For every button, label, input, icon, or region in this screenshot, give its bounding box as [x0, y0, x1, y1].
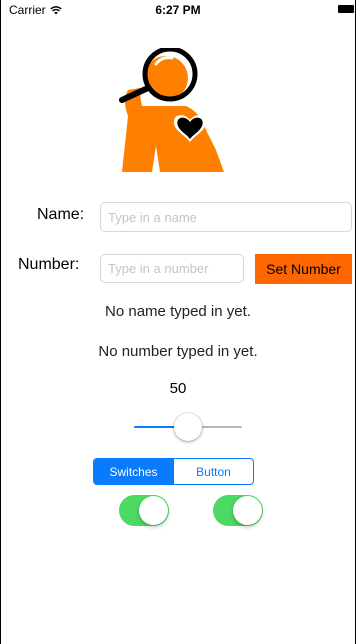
name-label: Name: [37, 206, 85, 223]
switch-knob [139, 496, 168, 525]
set-number-button[interactable]: Set Number [255, 254, 352, 284]
number-label: Number: [18, 256, 80, 273]
number-input[interactable] [100, 254, 244, 283]
slider-thumb[interactable] [174, 413, 202, 441]
status-bar: Carrier 6:27 PM [0, 0, 356, 20]
right-toggle-switch[interactable] [213, 495, 263, 526]
person-magnifier-heart-icon [119, 48, 224, 172]
segment-button[interactable]: Button [173, 459, 253, 484]
mode-segmented-control[interactable]: Switches Button [93, 458, 254, 485]
name-status-text: No name typed in yet. [105, 303, 251, 320]
number-status-text: No number typed in yet. [98, 343, 258, 360]
app-screen: Carrier 6:27 PM Name: Number: Set Num [0, 0, 356, 644]
left-toggle-switch[interactable] [119, 495, 169, 526]
frame-edge-left [0, 0, 1, 644]
switch-knob [233, 496, 262, 525]
slider-value-label: 50 [169, 380, 187, 397]
status-time: 6:27 PM [155, 3, 201, 17]
name-input[interactable] [100, 202, 352, 232]
battery-icon [338, 5, 354, 13]
segment-switches[interactable]: Switches [94, 459, 173, 484]
value-slider[interactable] [134, 412, 242, 442]
